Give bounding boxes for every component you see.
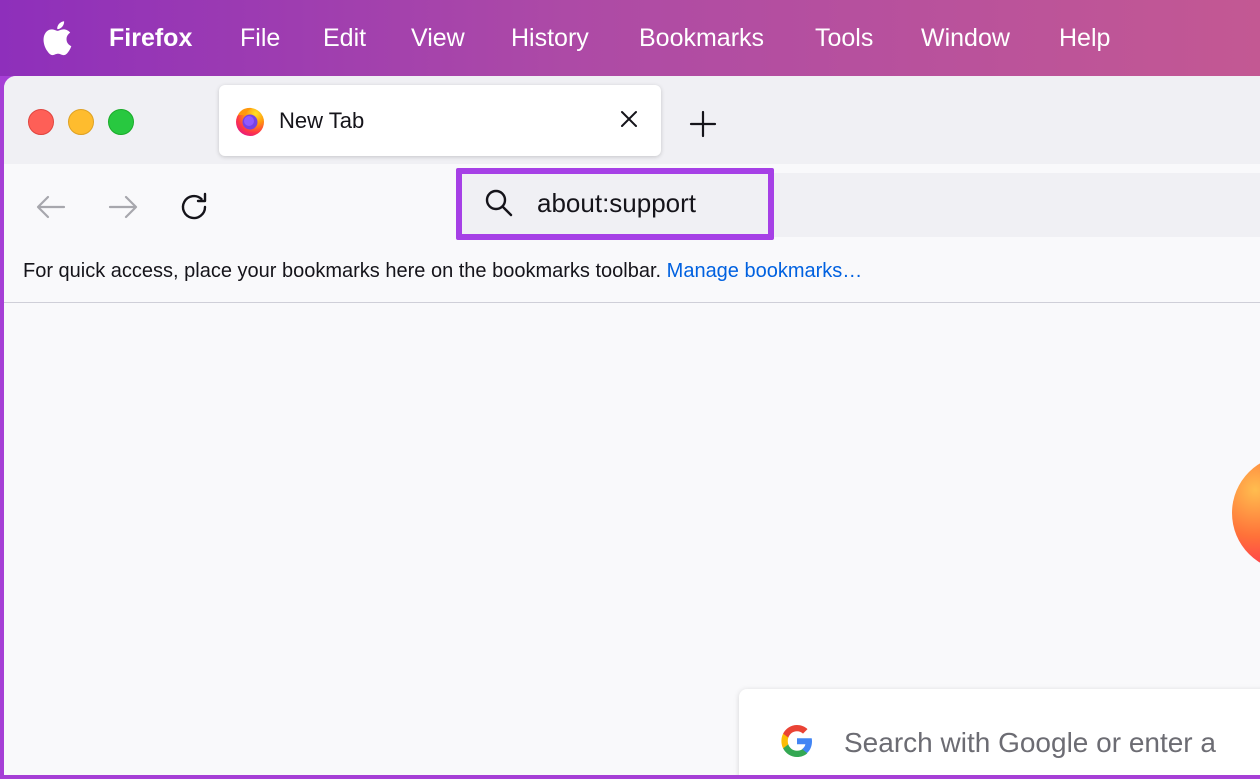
- menu-help[interactable]: Help: [1059, 22, 1110, 54]
- firefox-logo-icon: [1232, 463, 1260, 563]
- search-box[interactable]: Search with Google or enter a: [739, 689, 1260, 775]
- bookmarks-toolbar: For quick access, place your bookmarks h…: [4, 250, 1260, 303]
- tab-new-tab[interactable]: New Tab: [219, 85, 661, 156]
- menu-history[interactable]: History: [511, 22, 589, 54]
- reload-icon[interactable]: [178, 190, 212, 224]
- navigation-toolbar: about:support: [4, 164, 1260, 250]
- browser-window: New Tab about:support For quick access, …: [4, 76, 1260, 775]
- menu-view[interactable]: View: [411, 22, 465, 54]
- google-icon: [781, 725, 812, 757]
- menu-tools[interactable]: Tools: [815, 22, 873, 54]
- tab-title: New Tab: [279, 108, 365, 133]
- plus-icon[interactable]: [688, 109, 718, 139]
- back-arrow-icon[interactable]: [34, 190, 68, 224]
- firefox-icon: [236, 107, 264, 136]
- bookmarks-empty-message: For quick access, place your bookmarks h…: [23, 260, 662, 282]
- menu-window[interactable]: Window: [921, 22, 1010, 54]
- minimize-window-button[interactable]: [68, 109, 94, 135]
- close-icon[interactable]: [617, 107, 641, 131]
- forward-arrow-icon[interactable]: [106, 190, 140, 224]
- menu-app-firefox[interactable]: Firefox: [109, 22, 192, 54]
- new-tab-page: Search with Google or enter a: [4, 303, 1260, 775]
- close-window-button[interactable]: [28, 109, 54, 135]
- url-input[interactable]: about:support: [537, 188, 696, 219]
- menu-file[interactable]: File: [240, 22, 280, 54]
- menu-bar: Firefox File Edit View History Bookmarks…: [0, 0, 1260, 76]
- manage-bookmarks-link[interactable]: Manage bookmarks…: [667, 260, 863, 282]
- apple-logo-icon[interactable]: [40, 20, 72, 56]
- menu-edit[interactable]: Edit: [323, 22, 366, 54]
- search-icon: [485, 189, 513, 217]
- menu-bookmarks[interactable]: Bookmarks: [639, 22, 764, 54]
- url-bar[interactable]: about:support: [456, 168, 774, 240]
- zoom-window-button[interactable]: [108, 109, 134, 135]
- search-input[interactable]: Search with Google or enter a: [844, 727, 1216, 759]
- tab-strip: New Tab: [4, 76, 1260, 164]
